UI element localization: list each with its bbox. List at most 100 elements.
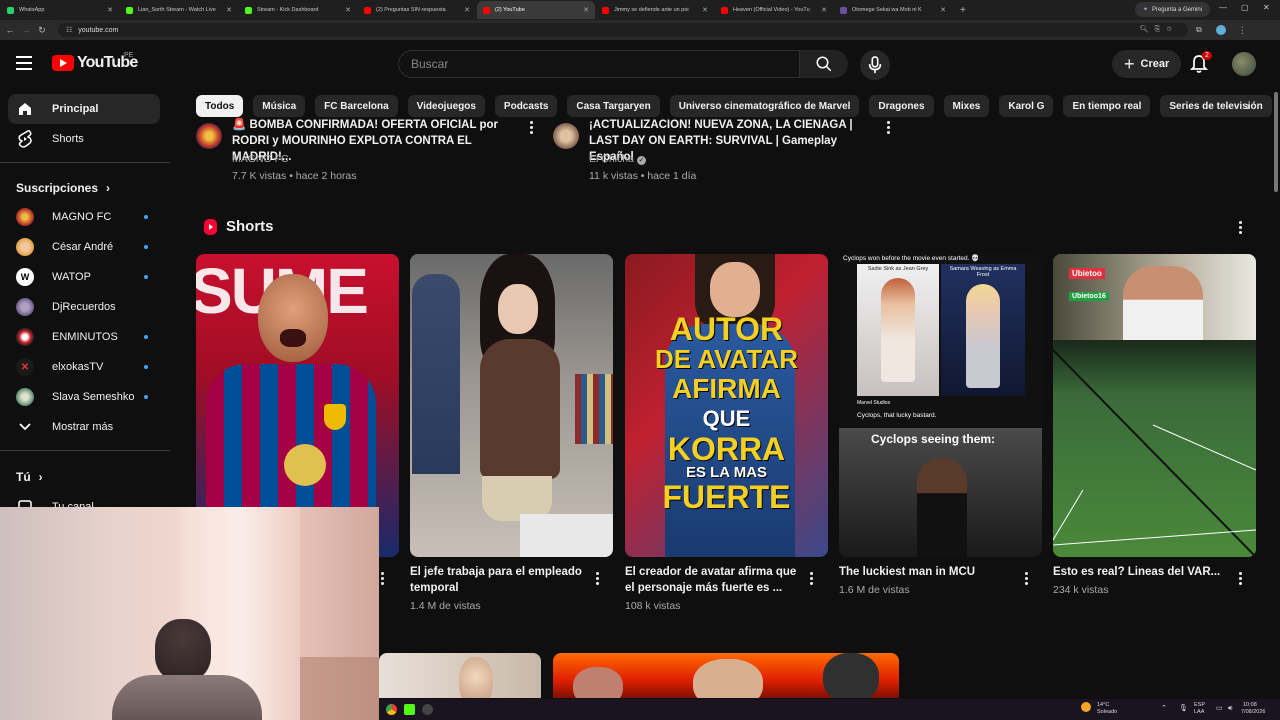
browser-menu-icon[interactable]: ⋮ [1238,25,1247,36]
shelf-more-options-icon[interactable] [1239,221,1242,236]
chip-todos[interactable]: Todos [196,95,244,117]
chips-next-arrow-icon[interactable]: › [1246,99,1250,113]
extensions-icon[interactable]: ⧉ [1196,25,1202,35]
address-bar[interactable]: ☷ youtube.com 🔍︎⎘☆ [58,23,1188,37]
more-options-icon[interactable] [381,572,384,587]
address-bar-icons[interactable]: 🔍︎⎘☆ [1140,25,1178,34]
gemini-label: Pregunta a Gemini [1151,6,1202,13]
page-scrollbar[interactable] [1274,92,1278,192]
short-thumbnail[interactable] [410,254,613,557]
show-more-label: Mostrar más [52,421,114,433]
youtube-logo[interactable]: YouTube PE [52,52,138,72]
sidebar-item-subscription[interactable]: DjRecuerdos [8,292,160,322]
short-title[interactable]: The luckiest man in MCU [839,564,1019,580]
channel-name[interactable]: El Chicha ✓ [589,153,646,165]
short-title[interactable]: El jefe trabaja para el empleado tempora… [410,564,590,596]
sidebar-item-subscription[interactable]: ✕ elxokasTV [8,352,160,382]
minimize-icon[interactable]: — [1219,3,1227,12]
chip-dragones[interactable]: Dragones [869,95,934,117]
show-more-button[interactable]: Mostrar más [8,412,160,442]
channel-avatar[interactable] [196,123,222,149]
monitor-icon[interactable]: ▭ [1216,705,1223,712]
tab-close-icon[interactable]: ✕ [464,6,470,14]
search-input[interactable]: Buscar [398,50,800,78]
chrome-icon[interactable] [386,704,397,715]
language[interactable]: ESP [1194,702,1205,709]
more-options-icon[interactable] [1025,572,1028,587]
menu-icon[interactable] [16,56,32,74]
voice-search-button[interactable] [860,50,890,80]
browser-tab-active[interactable]: (2) YouTube ✕ [477,1,595,19]
chip-marvel[interactable]: Universo cinematográfico de Marvel [669,95,860,117]
tab-close-icon[interactable]: ✕ [226,6,232,14]
more-options-icon[interactable] [1239,572,1242,587]
short-title[interactable]: Esto es real? Lineas del VAR... [1053,564,1233,580]
window-close-icon[interactable]: ✕ [1263,3,1270,12]
tray-chevron-icon[interactable]: ⌃ [1161,705,1167,712]
sidebar-item-subscription[interactable]: W WATOP [8,262,160,292]
tab-close-icon[interactable]: ✕ [345,6,351,14]
woman-top [480,339,560,479]
channel-avatar[interactable] [553,123,579,149]
sidebar-item-home[interactable]: Principal [8,94,160,124]
sidebar-item-subscription[interactable]: ENMINUTOS [8,322,160,352]
obs-icon[interactable] [422,704,433,715]
new-tab-icon[interactable]: + [960,5,966,16]
browser-tab[interactable]: Otomege Sekai wa Mob ni K ✕ [834,1,952,19]
more-options-icon[interactable] [887,121,890,136]
chip-en-tiempo-real[interactable]: En tiempo real [1063,95,1151,117]
reload-icon[interactable]: ↻ [34,25,50,36]
subscriptions-heading[interactable]: Suscripciones › [16,181,110,195]
back-icon[interactable]: ← [2,25,18,35]
tab-close-icon[interactable]: ✕ [583,6,589,14]
chip-mixes[interactable]: Mixes [943,95,990,117]
sidebar-item-subscription[interactable]: César André [8,232,160,262]
chip-podcasts[interactable]: Podcasts [494,95,558,117]
browser-tab[interactable]: Heaven (Official Video) - YouTu ✕ [715,1,833,19]
account-avatar[interactable] [1232,52,1256,76]
you-heading[interactable]: Tú › [16,470,43,484]
sidebar-item-subscription[interactable]: MAGNO FC [8,202,160,232]
short-thumbnail[interactable]: Cyclops won before the movie even starte… [839,254,1042,557]
short-thumbnail[interactable]: Ubietoo Ubietoo16 [1053,254,1256,557]
create-button[interactable]: + Crear [1112,50,1182,78]
video-thumbnail[interactable] [553,653,899,698]
browser-tab[interactable]: Jimmy se defiende ante un poi ✕ [596,1,714,19]
mic-tray-icon[interactable]: 🎙︎ [1179,705,1188,712]
short-thumbnail[interactable]: AUTOR DE AVATAR AFIRMA QUE KORRA ES LA M… [625,254,828,557]
profile-icon[interactable] [1215,25,1226,35]
notifications-button[interactable]: 2 [1189,51,1212,79]
chip-casa-targaryen[interactable]: Casa Targaryen [567,95,660,117]
browser-tab[interactable]: Lian_Sorth Stream - Watch Live ✕ [120,1,238,19]
site-info-icon[interactable]: ☷ [66,26,72,34]
chip-musica[interactable]: Música [253,95,306,117]
you-title: Tú [16,470,31,484]
kick-icon[interactable] [404,704,415,715]
channel-avatar [16,328,34,346]
short-title[interactable]: El creador de avatar afirma que el perso… [625,564,805,596]
browser-tab[interactable]: WhatsApp ✕ [1,1,119,19]
channel-name[interactable]: MAGNO FC [232,153,289,165]
chip-fc-barcelona[interactable]: FC Barcelona [315,95,398,117]
gemini-button[interactable]: ✦ Pregunta a Gemini [1134,2,1210,17]
more-options-icon[interactable] [596,572,599,587]
chip-videojuegos[interactable]: Videojuegos [407,95,485,117]
video-thumbnail[interactable] [379,653,541,698]
chip-series-tv[interactable]: Series de televisión [1160,95,1272,117]
maximize-icon[interactable]: ▢ [1241,3,1249,12]
tab-close-icon[interactable]: ✕ [821,6,827,14]
forward-icon[interactable]: → [18,25,34,35]
more-options-icon[interactable] [810,572,813,587]
tab-close-icon[interactable]: ✕ [107,6,113,14]
browser-tab[interactable]: Stream - Kick Dashboard ✕ [239,1,357,19]
more-options-icon[interactable] [530,121,533,136]
browser-tab[interactable]: (2) Preguntas SIN respuesta ✕ [358,1,476,19]
tab-close-icon[interactable]: ✕ [702,6,708,14]
search-button[interactable] [800,50,848,78]
speaker-icon[interactable]: 🔊︎ [1228,705,1232,712]
clock-time[interactable]: 10:08 [1243,702,1257,709]
chip-karol-g[interactable]: Karol G [999,95,1054,117]
tab-close-icon[interactable]: ✕ [940,6,946,14]
sidebar-item-subscription[interactable]: Slava Semeshko [8,382,160,412]
sidebar-item-shorts[interactable]: Shorts [8,124,160,154]
